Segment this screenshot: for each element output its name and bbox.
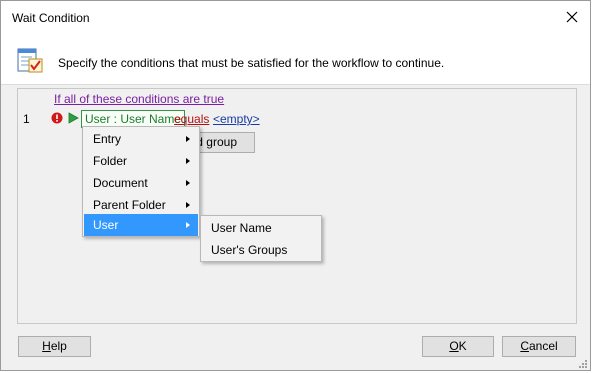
checklist-icon: [16, 47, 44, 75]
ok-button[interactable]: OK: [422, 336, 494, 357]
instruction-header: Specify the conditions that must be sati…: [1, 33, 590, 85]
play-icon[interactable]: [67, 112, 79, 124]
menu-item-label: Document: [93, 176, 148, 190]
wait-condition-dialog: Wait Condition Specify the conditions th…: [0, 0, 591, 371]
submenu-arrow-icon: [186, 222, 190, 228]
submenu-arrow-icon: [186, 202, 190, 208]
menu-item-entry[interactable]: Entry: [84, 128, 198, 150]
cancel-mnemonic: C: [520, 339, 529, 353]
error-icon: [51, 112, 63, 124]
ok-label-rest: K: [458, 339, 467, 353]
ok-mnemonic: O: [449, 339, 459, 353]
condition-group-header[interactable]: If all of these conditions are true: [54, 92, 224, 106]
submenu-arrow-icon: [186, 136, 190, 142]
condition-value[interactable]: <empty>: [213, 112, 260, 126]
submenu-arrow-icon: [186, 180, 190, 186]
menu-item-label: Folder: [93, 154, 128, 168]
submenu-item-users-groups[interactable]: User's Groups: [202, 239, 320, 261]
submenu-arrow-icon: [186, 158, 190, 164]
menu-item-label: User: [93, 218, 119, 232]
help-mnemonic: H: [42, 339, 51, 353]
condition-row-number: 1: [23, 112, 30, 126]
submenu-item-label: User's Groups: [211, 243, 288, 257]
cancel-button[interactable]: Cancel: [502, 336, 576, 357]
resize-grip-icon[interactable]: [578, 358, 588, 368]
submenu-item-label: User Name: [211, 221, 272, 235]
menu-item-folder[interactable]: Folder: [84, 150, 198, 172]
cancel-label-rest: ancel: [528, 339, 558, 353]
menu-item-parent-folder[interactable]: Parent Folder: [84, 194, 198, 216]
add-group-label: d group: [196, 135, 237, 149]
menu-item-document[interactable]: Document: [84, 172, 198, 194]
instruction-text: Specify the conditions that must be sati…: [58, 56, 445, 70]
menu-item-label: Parent Folder: [93, 198, 166, 212]
submenu-item-user-name[interactable]: User Name: [202, 217, 320, 239]
user-submenu: User Name User's Groups: [200, 215, 322, 262]
help-button[interactable]: Help: [18, 336, 91, 357]
title-bar: Wait Condition: [1, 1, 590, 33]
field-context-menu: Entry Folder Document Parent Folder User: [82, 126, 200, 237]
close-icon[interactable]: [562, 7, 582, 27]
menu-item-label: Entry: [93, 132, 122, 146]
help-label-rest: elp: [50, 339, 67, 353]
dialog-title: Wait Condition: [12, 11, 90, 25]
menu-item-user[interactable]: User: [84, 214, 198, 236]
condition-operator[interactable]: equals: [174, 112, 209, 126]
